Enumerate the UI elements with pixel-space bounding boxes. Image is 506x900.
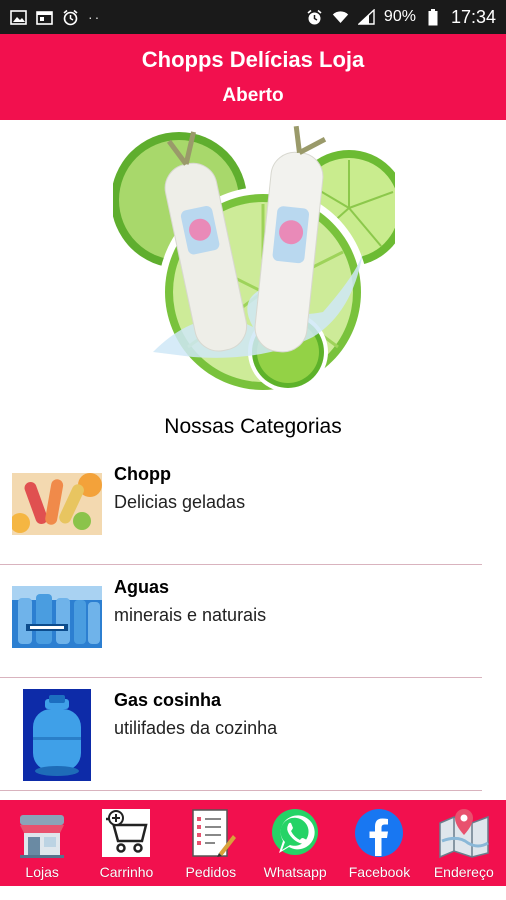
gallery-icon [10,9,27,26]
category-name: Chopp [114,464,171,484]
nav-label: Lojas [25,864,59,880]
category-item-gas[interactable]: Gas cosinha utilifades da cozinha [0,678,482,791]
alarm-icon [306,9,323,26]
status-bar: ·· 90% 17:34 [0,0,506,34]
more-notifications-icon: ·· [88,9,102,25]
water-thumbnail [12,586,102,648]
bottom-navigation: Lojas Carrinho Pedidos Whatsapp Facebook… [0,800,506,886]
map-icon [437,806,491,860]
chopp-thumbnail [12,473,102,535]
nav-facebook[interactable]: Facebook [337,800,421,886]
nav-label: Endereço [433,864,494,880]
facebook-icon [352,806,406,860]
gas-cylinder-thumbnail [23,689,91,781]
whatsapp-icon [268,806,322,860]
category-item-aguas[interactable]: Aguas minerais e naturais [0,565,482,678]
battery-percentage: 90% [383,8,416,25]
nav-whatsapp[interactable]: Whatsapp [253,800,337,886]
category-item-chopp[interactable]: Chopp Delicias geladas [0,452,482,565]
category-list: Chopp Delicias geladas Aguas minerais e … [0,452,506,791]
orders-icon [184,806,238,860]
category-description: minerais e naturais [114,605,267,625]
clock: 17:34 [450,6,496,27]
category-name: Gas cosinha [114,690,222,710]
nav-label: Facebook [348,864,411,880]
status-bar-left: ·· [10,9,101,26]
nav-label: Pedidos [185,864,237,880]
calendar-icon [36,9,53,26]
alarm-icon [62,9,79,26]
categories-heading: Nossas Categorias [164,415,342,438]
wifi-icon [332,9,349,26]
nav-lojas[interactable]: Lojas [0,800,84,886]
store-title: Chopps Delícias Loja [141,47,365,72]
nav-label: Whatsapp [263,864,327,880]
battery-icon [425,8,442,26]
category-name: Aguas [114,577,170,597]
status-bar-right: 90% 17:34 [306,7,496,28]
store-header: Chopps Delícias Loja Aberto [0,34,506,120]
nav-pedidos[interactable]: Pedidos [169,800,253,886]
cart-icon [99,806,153,860]
nav-carrinho[interactable]: Carrinho [84,800,168,886]
nav-endereco[interactable]: Endereço [422,800,506,886]
store-banner-image [111,122,407,404]
category-description: Delicias geladas [114,492,246,512]
bottom-spacer [0,886,506,900]
signal-icon [357,9,375,26]
store-icon [15,806,69,860]
store-open-status: Aberto [222,85,284,106]
nav-label: Carrinho [99,864,154,880]
category-description: utilifades da cozinha [114,718,278,738]
